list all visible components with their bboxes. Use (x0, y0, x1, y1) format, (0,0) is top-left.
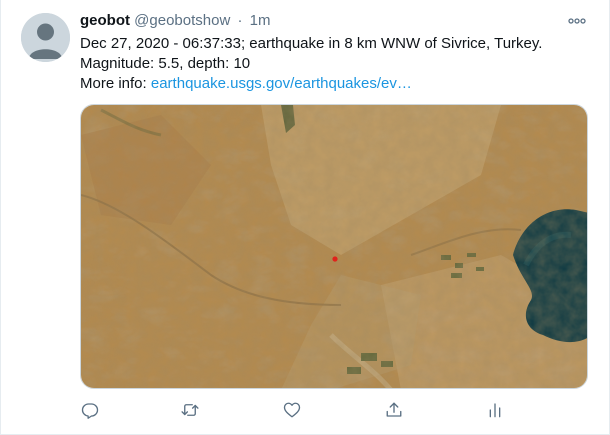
analytics-icon (489, 403, 501, 418)
reply-icon (81, 403, 99, 419)
heart-icon (283, 402, 301, 418)
tweet-text: Dec 27, 2020 - 06:37:33; earthquake in 8… (80, 34, 580, 94)
tweet-text-line-2: Magnitude: 5.5, depth: 10 (80, 55, 251, 72)
more-options-button[interactable] (567, 11, 587, 31)
retweet-icon (181, 404, 199, 416)
author-name[interactable]: geobot (80, 12, 130, 29)
tweet-text-line-3: More info: earthquake.usgs.gov/earthquak… (80, 74, 580, 94)
header-separator: · (237, 12, 243, 29)
share-icon (386, 402, 402, 417)
default-avatar-icon (21, 13, 70, 62)
analytics-button[interactable] (485, 398, 505, 422)
tweet-actions (80, 398, 580, 422)
more-info-label: More info: (80, 75, 151, 92)
reply-button[interactable] (80, 398, 100, 422)
epicenter-marker (332, 256, 338, 262)
tweet-header: geobot @geobotshow · 1m (80, 11, 270, 31)
share-button[interactable] (384, 398, 404, 422)
author-handle[interactable]: @geobotshow (134, 12, 230, 29)
tweet-card[interactable]: geobot @geobotshow · 1m Dec 27, 2020 - 0… (0, 0, 610, 435)
retweet-button[interactable] (180, 398, 200, 422)
usgs-link[interactable]: earthquake.usgs.gov/earthquakes/ev… (151, 75, 412, 92)
tweet-media-image[interactable] (80, 104, 588, 389)
more-horizontal-icon (568, 18, 586, 24)
avatar[interactable] (21, 13, 70, 62)
tweet-text-line-1: Dec 27, 2020 - 06:37:33; earthquake in 8… (80, 35, 543, 52)
tweet-timestamp[interactable]: 1m (250, 12, 271, 29)
like-button[interactable] (282, 398, 302, 422)
satellite-map-image (81, 105, 587, 388)
